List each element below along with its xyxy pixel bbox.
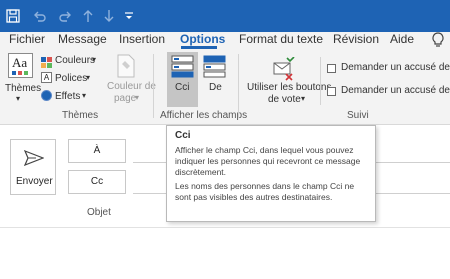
lightbulb-icon[interactable] <box>431 32 445 49</box>
tab-insertion[interactable]: Insertion <box>119 32 165 49</box>
tracking-group-label: Suivi <box>347 110 369 121</box>
chevron-down-icon[interactable]: ▾ <box>82 91 86 100</box>
themes-group-label: Thèmes <box>62 110 99 121</box>
fonts-icon[interactable]: A <box>41 72 52 83</box>
colors-button-label[interactable]: Couleurs <box>55 55 95 66</box>
effects-button-label[interactable]: Effets <box>55 91 80 102</box>
delivery-receipt-checkbox[interactable] <box>327 87 336 96</box>
page-color-label[interactable]: Couleur de <box>107 81 156 92</box>
subject-label: Objet <box>87 207 111 218</box>
title-bar <box>0 0 450 32</box>
send-icon <box>23 149 45 171</box>
vote-buttons-label[interactable]: Utiliser les boutons <box>247 82 331 93</box>
chevron-down-icon[interactable]: ▾ <box>301 94 305 103</box>
from-button-label[interactable]: De <box>209 82 222 93</box>
cc-button-label: Cc <box>90 176 104 187</box>
vote-buttons-label-2[interactable]: de vote <box>268 94 301 105</box>
tab-message[interactable]: Message <box>58 32 107 49</box>
from-icon[interactable] <box>203 55 226 78</box>
fonts-button-label[interactable]: Polices <box>55 73 87 84</box>
tab-format-du-texte[interactable]: Format du texte <box>239 32 323 49</box>
send-button-label: Envoyer <box>16 176 53 187</box>
tab-fichier[interactable]: Fichier <box>9 32 45 49</box>
bcc-button-label[interactable]: Cci <box>175 82 189 93</box>
chevron-down-icon[interactable]: ▾ <box>86 73 90 82</box>
customize-icon[interactable] <box>124 7 134 25</box>
group-divider <box>153 54 154 118</box>
tab-revision[interactable]: Révision <box>333 32 379 49</box>
send-button[interactable]: Envoyer <box>10 139 56 195</box>
colors-icon[interactable] <box>41 55 52 68</box>
read-receipt-label[interactable]: Demander un accusé de réc <box>341 62 450 73</box>
themes-icon[interactable]: Aa <box>8 53 33 78</box>
page-color-label-2[interactable]: page <box>114 93 136 104</box>
tooltip-paragraph-2: Les noms des personnes dans le champ Cci… <box>175 181 355 202</box>
cc-button[interactable]: Cc <box>68 170 126 194</box>
tab-aide[interactable]: Aide <box>390 32 414 49</box>
page-color-icon[interactable] <box>116 54 136 78</box>
chevron-down-icon[interactable]: ▾ <box>16 94 20 103</box>
group-divider <box>238 54 239 118</box>
read-receipt-checkbox[interactable] <box>327 64 336 73</box>
show-fields-group-label: Afficher les champs <box>160 110 248 121</box>
tooltip-title: Cci <box>175 130 191 141</box>
vote-icon[interactable] <box>272 56 296 81</box>
ribbon-tabs: Fichier Message Insertion Options Format… <box>0 32 450 49</box>
redo-icon[interactable] <box>58 7 72 25</box>
up-arrow-icon[interactable] <box>82 7 94 25</box>
effects-icon[interactable] <box>41 90 52 101</box>
tooltip-paragraph-1: Afficher le champ Cci, dans lequel vous … <box>175 145 361 177</box>
to-button[interactable]: À <box>68 139 126 163</box>
to-button-label: À <box>93 145 101 156</box>
delivery-receipt-label[interactable]: Demander un accusé de lec <box>341 85 450 96</box>
themes-button-label[interactable]: Thèmes <box>5 83 41 94</box>
chevron-down-icon: ▾ <box>135 93 140 102</box>
down-arrow-icon[interactable] <box>103 7 115 25</box>
save-icon[interactable] <box>6 7 20 25</box>
ribbon: Aa Thèmes ▾ Couleurs ▾ A Polices ▾ Effet… <box>0 49 450 125</box>
chevron-down-icon[interactable]: ▾ <box>92 55 96 64</box>
group-divider <box>320 57 321 105</box>
bcc-tooltip: Cci Afficher le champ Cci, dans lequel v… <box>166 125 376 222</box>
undo-icon[interactable] <box>33 7 47 25</box>
subject-field-underline[interactable] <box>0 227 450 228</box>
bcc-icon <box>171 55 194 78</box>
